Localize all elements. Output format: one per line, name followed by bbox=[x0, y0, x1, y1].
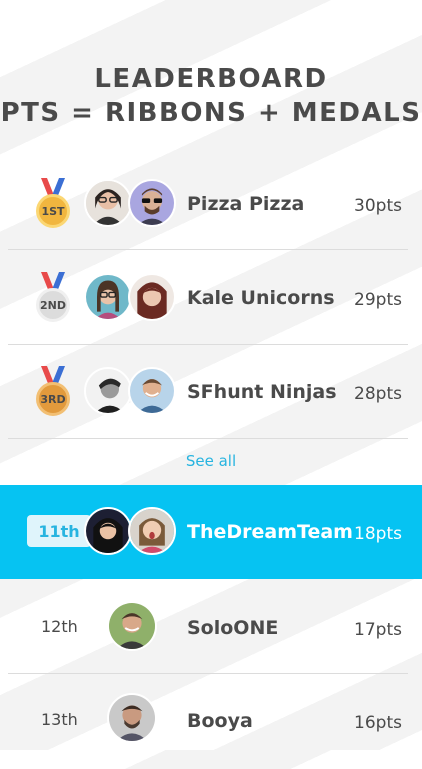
team-name: TheDreamTeam bbox=[187, 521, 353, 543]
avatar bbox=[128, 367, 176, 415]
team-name: SoloONE bbox=[187, 617, 279, 639]
bronze-medal-icon: 3RD bbox=[34, 366, 72, 420]
team-points: 16pts bbox=[354, 713, 402, 733]
team-name: SFhunt Ninjas bbox=[187, 381, 337, 403]
avatar bbox=[128, 507, 176, 555]
row-divider bbox=[8, 438, 408, 439]
leaderboard-row-1[interactable]: 1ST Pizza Pizza 30pts bbox=[0, 157, 422, 251]
medal-label: 2ND bbox=[36, 288, 70, 322]
team-points: 30pts bbox=[354, 196, 402, 216]
team-name: Kale Unicorns bbox=[187, 287, 335, 309]
avatar bbox=[84, 273, 132, 321]
current-rank-badge: 11th bbox=[27, 515, 91, 547]
silver-medal-icon: 2ND bbox=[34, 272, 72, 326]
team-points: 28pts bbox=[354, 384, 402, 404]
avatar bbox=[84, 179, 132, 227]
medal-label: 3RD bbox=[36, 382, 70, 416]
team-name: Pizza Pizza bbox=[187, 193, 305, 215]
page-title: LEADERBOARD PTS = RIBBONS + MEDALS bbox=[0, 62, 422, 130]
team-points: 17pts bbox=[354, 620, 402, 640]
leaderboard-row-2[interactable]: 2ND Kale Unicorns 29pts bbox=[0, 251, 422, 345]
rank-label: 12th bbox=[41, 617, 78, 636]
current-team-row[interactable]: 11th TheDreamTeam 18pts bbox=[0, 485, 422, 579]
title-line-2: PTS = RIBBONS + MEDALS bbox=[0, 98, 422, 128]
title-line-1: LEADERBOARD bbox=[94, 64, 328, 94]
team-points: 29pts bbox=[354, 290, 402, 310]
avatar bbox=[128, 179, 176, 227]
avatar bbox=[107, 601, 157, 651]
gold-medal-icon: 1ST bbox=[34, 178, 72, 232]
avatar bbox=[84, 507, 132, 555]
medal-label: 1ST bbox=[36, 194, 70, 228]
avatar bbox=[107, 693, 157, 743]
avatar bbox=[84, 367, 132, 415]
leaderboard-row-12[interactable]: 12th SoloONE 17pts bbox=[0, 581, 422, 675]
team-name: Booya bbox=[187, 710, 253, 732]
rank-label: 13th bbox=[41, 710, 78, 729]
see-all-link[interactable]: See all bbox=[0, 452, 422, 470]
leaderboard-row-13[interactable]: 13th Booya 16pts bbox=[0, 675, 422, 769]
row-divider bbox=[8, 249, 408, 250]
leaderboard-row-3[interactable]: 3RD SFhunt Ninjas 28pts bbox=[0, 345, 422, 439]
row-divider bbox=[8, 673, 408, 674]
avatar bbox=[128, 273, 176, 321]
team-points: 18pts bbox=[354, 524, 402, 544]
